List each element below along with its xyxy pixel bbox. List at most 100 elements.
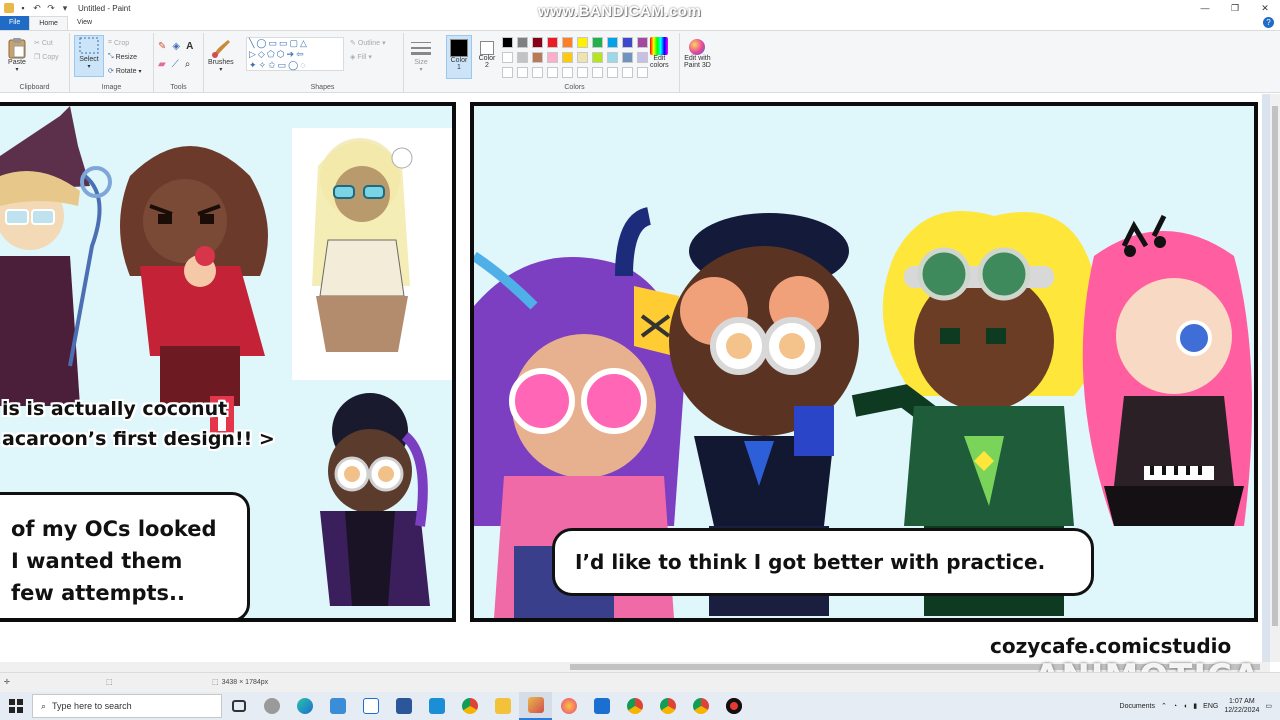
pencil-icon[interactable]: ✎	[158, 41, 166, 52]
size-button[interactable]: Size ▾	[410, 39, 432, 73]
palette-swatch[interactable]	[592, 52, 603, 63]
color-picker-icon[interactable]: ⟋	[172, 59, 179, 70]
palette-swatch[interactable]	[622, 37, 633, 48]
notifications-icon[interactable]: ▭	[1265, 702, 1272, 710]
palette-empty-swatch[interactable]	[517, 67, 528, 78]
battery-icon[interactable]: ▮	[1193, 702, 1197, 710]
palette-empty-swatch[interactable]	[547, 67, 558, 78]
drawing-canvas[interactable]: is is actually coconut acaroon’s first d…	[0, 94, 1262, 662]
color2-button[interactable]: Color 2	[476, 35, 498, 79]
fill-icon: ◈	[350, 54, 356, 61]
store-icon[interactable]	[420, 692, 453, 720]
palette-empty-swatch[interactable]	[502, 67, 513, 78]
tab-view[interactable]: View	[68, 16, 101, 30]
palette-swatch[interactable]	[637, 37, 648, 48]
vertical-scroll-thumb[interactable]	[1272, 106, 1278, 626]
color2-sublabel: 2	[485, 62, 489, 69]
close-button[interactable]: ✕	[1250, 0, 1280, 16]
palette-empty-swatch[interactable]	[622, 67, 633, 78]
paste-button[interactable]: Paste ▾	[6, 37, 28, 73]
eraser-icon[interactable]: ▰	[158, 59, 166, 70]
settings-icon[interactable]	[255, 692, 288, 720]
save-icon[interactable]: ▪	[18, 3, 28, 13]
word-icon[interactable]	[387, 692, 420, 720]
select-button[interactable]: Select ▾	[74, 35, 104, 77]
text-icon[interactable]: A	[186, 41, 193, 52]
display-app-icon[interactable]	[321, 692, 354, 720]
minimize-button[interactable]: —	[1190, 0, 1220, 16]
taskbar-search-box[interactable]: ⌕ Type here to search	[32, 694, 222, 718]
palette-empty-swatch[interactable]	[532, 67, 543, 78]
palette-empty-swatch[interactable]	[577, 67, 588, 78]
fill-dropdown[interactable]: ◈ Fill ▾	[350, 53, 372, 62]
palette-empty-swatch[interactable]	[637, 67, 648, 78]
crop-button[interactable]: ⌗ Crop	[108, 39, 129, 47]
volume-icon[interactable]: ◖	[1183, 703, 1187, 710]
palette-swatch[interactable]	[547, 52, 558, 63]
palette-swatch[interactable]	[607, 52, 618, 63]
palette-swatch[interactable]	[607, 37, 618, 48]
mail-icon[interactable]	[354, 692, 387, 720]
vertical-scrollbar[interactable]	[1270, 94, 1280, 662]
shapes-group-label: Shapes	[310, 84, 335, 91]
tab-file[interactable]: File	[0, 16, 30, 30]
palette-empty-swatch[interactable]	[607, 67, 618, 78]
palette-swatch[interactable]	[547, 37, 558, 48]
palette-swatch[interactable]	[532, 37, 543, 48]
documents-toolbar[interactable]: Documents	[1120, 703, 1155, 710]
palette-swatch[interactable]	[562, 52, 573, 63]
network-icon[interactable]: ◔	[1173, 703, 1177, 710]
selection-icon: ⬚	[106, 679, 113, 686]
edit-colors-button[interactable]: Edit colors	[650, 37, 669, 69]
bandicam-icon[interactable]	[717, 692, 750, 720]
outline-dropdown[interactable]: ✎ Outline ▾	[350, 39, 386, 48]
photos-icon[interactable]	[585, 692, 618, 720]
palette-empty-swatch[interactable]	[562, 67, 573, 78]
palette-swatch[interactable]	[562, 37, 573, 48]
edge-icon[interactable]	[288, 692, 321, 720]
palette-swatch[interactable]	[577, 37, 588, 48]
palette-empty-swatch[interactable]	[592, 67, 603, 78]
help-icon[interactable]: ?	[1263, 17, 1274, 28]
window-controls: — ❐ ✕	[1190, 0, 1280, 16]
brushes-button[interactable]: Brushes ▾	[208, 37, 234, 73]
undo-icon[interactable]: ↶	[32, 3, 42, 13]
fill-bucket-icon[interactable]: ◈	[172, 41, 180, 52]
tab-home[interactable]: Home	[29, 16, 68, 30]
taskbar-clock[interactable]: 1:07 AM 12/22/2024	[1224, 697, 1259, 715]
tray-overflow-icon[interactable]: ⌃	[1161, 702, 1167, 710]
chrome-profile-2-icon[interactable]	[618, 692, 651, 720]
chrome-profile-4-icon[interactable]	[684, 692, 717, 720]
redo-icon[interactable]: ↷	[46, 3, 56, 13]
chrome-icon[interactable]	[453, 692, 486, 720]
palette-swatch[interactable]	[517, 37, 528, 48]
customize-dropdown-icon[interactable]: ▾	[60, 3, 70, 13]
language-indicator[interactable]: ENG	[1203, 703, 1218, 710]
palette-swatch[interactable]	[622, 52, 633, 63]
firefox-icon[interactable]	[552, 692, 585, 720]
task-view-icon[interactable]	[222, 692, 255, 720]
palette-swatch[interactable]	[577, 52, 588, 63]
file-explorer-icon[interactable]	[486, 692, 519, 720]
copy-button[interactable]: ❐ Copy	[34, 53, 59, 62]
left-caption: is is actually coconut acaroon’s first d…	[2, 394, 275, 454]
resize-button[interactable]: ⤡ Resize	[108, 53, 137, 61]
cut-button[interactable]: ✂ Cut	[34, 39, 53, 48]
color1-button[interactable]: Color 1	[446, 35, 472, 79]
palette-swatch[interactable]	[517, 52, 528, 63]
shapes-gallery[interactable]: ╲◯▭▭▢△ ▷◇⬠⬡➔⇦ ✦✧✩▭◯◌	[246, 37, 344, 71]
maximize-button[interactable]: ❐	[1220, 0, 1250, 16]
paint-taskbar-icon[interactable]	[519, 692, 552, 720]
chrome-profile-3-icon[interactable]	[651, 692, 684, 720]
magnifier-icon[interactable]: ⌕	[185, 59, 191, 70]
edit-with-paint3d-button[interactable]: Edit with Paint 3D	[684, 39, 711, 69]
palette-swatch[interactable]	[502, 37, 513, 48]
palette-swatch[interactable]	[592, 37, 603, 48]
scissors-icon: ✂	[34, 40, 40, 47]
rotate-button[interactable]: ⟳ Rotate ▾	[108, 67, 142, 76]
palette-swatch[interactable]	[502, 52, 513, 63]
palette-swatch[interactable]	[532, 52, 543, 63]
palette-swatch[interactable]	[637, 52, 648, 63]
start-button[interactable]	[0, 692, 32, 720]
paint-app-icon[interactable]	[4, 3, 14, 13]
